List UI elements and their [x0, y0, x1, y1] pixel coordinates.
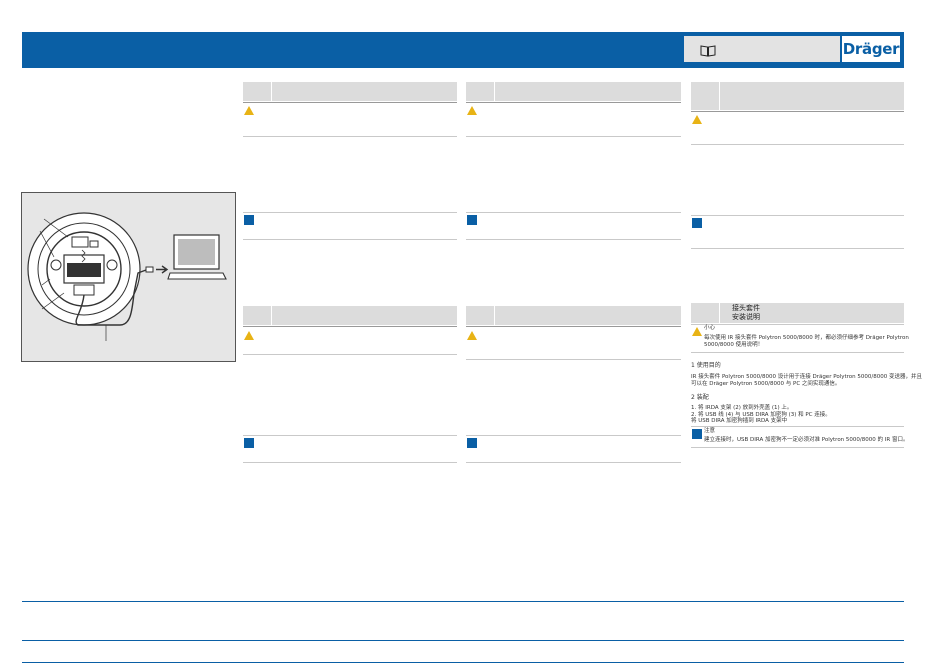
divider [466, 212, 681, 213]
note-icon [692, 429, 702, 439]
footer-rule-2 [22, 640, 904, 641]
divider [691, 144, 904, 145]
assembly-step-2-cont: 将 USB DIRA 加密狗插到 IRDA 支架中 [691, 418, 788, 424]
warning-icon [244, 106, 254, 115]
divider [466, 462, 681, 463]
adapter-illustration [27, 212, 227, 341]
warning-icon [467, 331, 477, 340]
connection-figure [21, 192, 236, 362]
intended-use-line2: 可以在 Dräger Polytron 5000/8000 与 PC 之间实现通… [691, 381, 841, 387]
section-header-2 [466, 82, 681, 103]
laptop-icon [167, 234, 227, 280]
chinese-title-line1: 接头套件 [732, 304, 760, 312]
divider [691, 324, 904, 325]
divider [243, 354, 457, 355]
caution-label: 小心 [704, 325, 716, 331]
note-icon [244, 215, 254, 225]
note-icon [692, 218, 702, 228]
divider [691, 447, 904, 448]
divider [691, 426, 904, 427]
divider [691, 352, 904, 353]
note-label: 注意 [704, 428, 716, 434]
divider [243, 435, 457, 436]
divider [466, 136, 681, 137]
warning-icon [692, 115, 702, 124]
divider [466, 239, 681, 240]
intended-use-heading: 1 使用目的 [691, 362, 721, 369]
note-text: 建立连接时，USB DIRA 加密狗不一定必须对准 Polytron 5000/… [704, 437, 909, 443]
divider [466, 435, 681, 436]
divider [691, 248, 904, 249]
divider [691, 215, 904, 216]
divider [466, 359, 681, 360]
divider [243, 462, 457, 463]
section-header-3 [691, 82, 904, 112]
manual-symbol-box [684, 36, 840, 62]
warning-icon [692, 327, 702, 336]
section-header-1 [243, 82, 457, 103]
note-icon [244, 438, 254, 448]
divider [243, 212, 457, 213]
assembly-heading: 2 装配 [691, 394, 709, 401]
chinese-section-header: 接头套件 安装说明 [691, 303, 904, 323]
arrow-right-icon [156, 265, 169, 274]
warning-icon [244, 331, 254, 340]
section-header-4 [243, 306, 457, 327]
warning-icon [467, 106, 477, 115]
draeger-logo: Dräger [842, 36, 900, 62]
caution-text-line2: 5000/8000 使用说明！ [704, 342, 764, 348]
note-icon [467, 215, 477, 225]
footer-rule-3 [22, 662, 904, 663]
footer-rule-1 [22, 601, 904, 602]
section-header-5 [466, 306, 681, 327]
open-book-icon [700, 42, 716, 61]
note-icon [467, 438, 477, 448]
chinese-title-line2: 安装说明 [732, 312, 760, 321]
divider [243, 239, 457, 240]
divider [243, 136, 457, 137]
